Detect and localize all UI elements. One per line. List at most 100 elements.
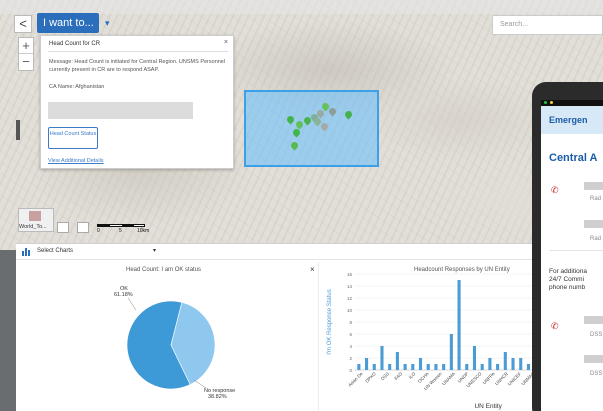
status-dot-icon: [544, 101, 547, 104]
scale-label: 10km: [137, 228, 150, 234]
search-input[interactable]: Search...: [492, 15, 603, 35]
y-tick-label: 6: [349, 332, 352, 337]
contact-role: Rad: [590, 236, 602, 242]
chevron-down-icon[interactable]: ▾: [153, 247, 156, 254]
x-tick-label: FAO: [393, 371, 403, 381]
zoom-in-button[interactable]: +: [19, 38, 33, 54]
redacted-field: [48, 102, 193, 119]
bar: [411, 364, 415, 370]
info-text: For additiona 24/7 Commi phone numb: [549, 268, 603, 292]
bar: [372, 364, 376, 370]
bar: [465, 364, 469, 370]
redacted-field: [584, 182, 603, 190]
x-tick-label: UNICEF: [507, 371, 523, 387]
contact-role: DSS: [590, 371, 603, 377]
bar: [511, 358, 515, 370]
close-icon[interactable]: ×: [224, 39, 228, 46]
scale-bar-graphic: [97, 224, 145, 227]
charts-panel-header: Select Charts ▾: [16, 244, 603, 260]
x-tick-label: DSS: [380, 371, 390, 381]
bar: [449, 334, 453, 370]
bar: [388, 364, 392, 370]
scale-label: 0: [97, 228, 100, 234]
select-charts-dropdown[interactable]: Select Charts: [37, 248, 73, 254]
basemap-thumbnail-icon: [29, 211, 41, 221]
divider: [549, 250, 603, 251]
scale-bar: 0 5 10km: [97, 222, 157, 234]
bar: [434, 364, 438, 370]
bar: [365, 358, 369, 370]
info-line: 24/7 Commi: [549, 276, 585, 283]
zoom-out-button[interactable]: −: [19, 54, 33, 70]
zoom-control: + −: [18, 37, 34, 71]
y-tick-label: 8: [349, 320, 352, 325]
x-axis-title: UN Entity: [474, 403, 502, 410]
pie-chart: OK61.18%No response38.82%: [114, 286, 235, 400]
i-want-to-button[interactable]: I want to...: [37, 13, 99, 33]
y-tick-label: 16: [347, 272, 353, 277]
y-tick-label: 2: [349, 356, 352, 361]
bar: [357, 364, 361, 370]
y-tick-label: 0: [349, 368, 352, 373]
y-tick-label: 14: [347, 284, 353, 289]
x-tick-label: DPKO: [364, 371, 377, 384]
browser-top-strip: [0, 0, 603, 14]
bar-chart-icon: [22, 248, 31, 256]
redacted-field: [584, 220, 603, 228]
bar: [480, 364, 484, 370]
bar: [526, 364, 530, 370]
bar: [488, 358, 492, 370]
bar: [472, 346, 477, 370]
pie-label: 38.82%: [208, 394, 227, 400]
bar: [380, 346, 384, 370]
y-tick-label: 4: [349, 344, 352, 349]
ca-name: CA Name: Afghanistan: [49, 84, 105, 90]
selection-area[interactable]: [244, 90, 379, 167]
bar: [496, 364, 500, 370]
phone-icon[interactable]: ✆: [551, 186, 560, 195]
pie-leader-line: [193, 379, 207, 389]
head-count-popup: Head Count for CR × Message: Head Count …: [40, 35, 234, 169]
basemap-label: World_To...: [19, 224, 47, 230]
charts-panel: Select Charts ▾ Head Count: I am OK stat…: [16, 243, 603, 411]
info-line: For additiona: [549, 268, 587, 275]
info-line: phone numb: [549, 284, 586, 291]
head-count-status-button[interactable]: Head Count Status: [48, 127, 98, 149]
divider: [48, 51, 228, 52]
y-axis-title: I'm OK Response Status: [327, 289, 333, 355]
x-tick-label: ILO: [408, 371, 417, 380]
phone-icon[interactable]: ✆: [551, 322, 560, 331]
bar-chart: 0246810121416Asian De DPKO DSS FAO ILO OCHAUN…: [327, 272, 540, 410]
bar: [503, 352, 507, 370]
pie-leader-line: [127, 297, 137, 311]
phone-screen: Emergen Central A ✆ Rad Rad For addition…: [541, 100, 603, 411]
back-button[interactable]: <: [14, 15, 32, 33]
redacted-field: [584, 355, 603, 363]
panel-collapse-handle[interactable]: [16, 120, 20, 140]
contact-role: Rad: [590, 196, 602, 202]
contact-role: DSS: [590, 332, 603, 338]
bar: [457, 280, 461, 370]
bar: [426, 364, 430, 370]
popup-title: Head Count for CR: [49, 41, 101, 47]
measure-icon[interactable]: [77, 222, 89, 233]
phone-header-title: Emergen: [549, 115, 588, 125]
chevron-down-icon[interactable]: ▾: [105, 13, 115, 33]
bar: [442, 364, 446, 370]
view-details-link[interactable]: View Additional Details: [48, 158, 104, 164]
layers-icon[interactable]: [57, 222, 69, 233]
status-dot-icon: [550, 101, 553, 104]
x-tick-label: UNAMA: [441, 371, 456, 386]
bar: [403, 364, 407, 370]
scale-label: 5: [119, 228, 122, 234]
phone-app-header: Emergen: [541, 106, 603, 134]
pie-label: 61.18%: [114, 292, 133, 298]
bar: [395, 352, 399, 370]
bar: [519, 358, 523, 370]
x-tick-label: Asian De: [347, 371, 364, 388]
y-tick-label: 12: [347, 296, 353, 301]
region-title: Central A: [549, 152, 598, 164]
redacted-field: [584, 316, 603, 324]
bar: [418, 358, 423, 370]
popup-message: Message: Head Count is initiated for Cen…: [49, 59, 226, 73]
